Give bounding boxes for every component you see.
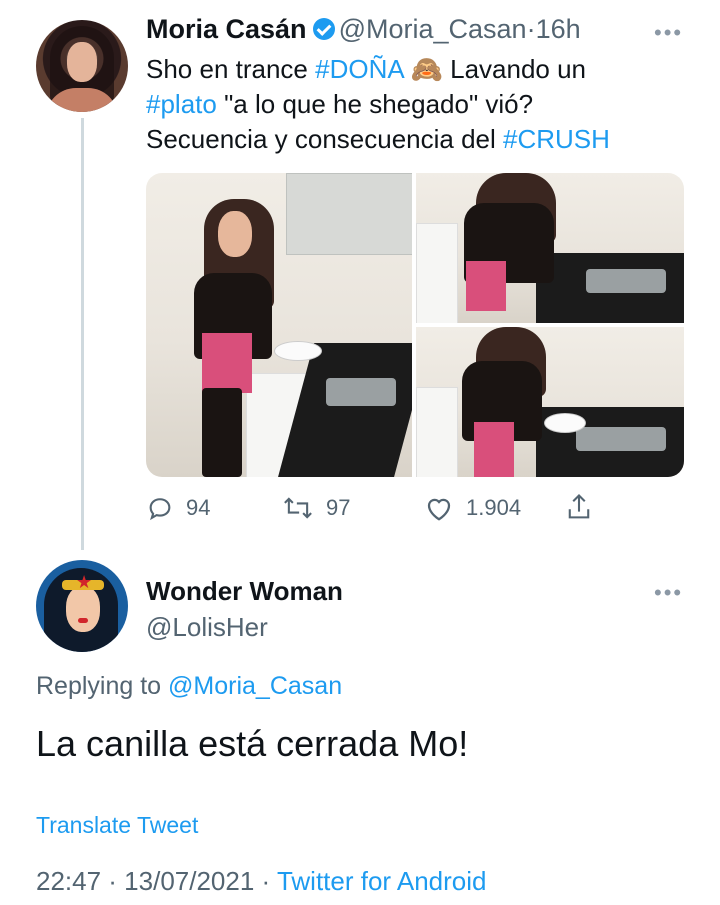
reply-author-name[interactable]: Wonder Woman	[146, 576, 343, 607]
replying-handle-link[interactable]: @Moria_Casan	[168, 672, 342, 700]
like-icon	[427, 498, 451, 521]
retweet-icon	[284, 497, 312, 519]
replying-to: Replying to @Moria_Casan	[36, 672, 342, 701]
more-options-icon[interactable]: •••	[654, 20, 683, 46]
text-segment: "a lo que he shegado" vió?	[216, 89, 534, 119]
like-button[interactable]: 1.904	[424, 494, 521, 522]
media-grid	[146, 173, 684, 477]
reply-button[interactable]: 94	[146, 494, 210, 522]
hashtag-crush[interactable]: #CRUSH	[503, 124, 610, 154]
hashtag-plato[interactable]: #plato	[146, 89, 217, 119]
reply-count: 94	[186, 495, 211, 520]
text-segment: Secuencia y consecuencia del	[146, 124, 504, 154]
share-icon	[568, 493, 590, 519]
hashtag-dona[interactable]: #DOÑA	[315, 54, 403, 84]
reply-text: La canilla está cerrada Mo!	[36, 723, 469, 764]
reply-icon	[149, 498, 171, 521]
share-button[interactable]	[565, 492, 605, 522]
like-count: 1.904	[466, 495, 522, 520]
emoji-monkey: 🙈	[410, 54, 443, 84]
avatar-moria[interactable]	[36, 20, 128, 112]
author-handle[interactable]: @Moria_Casan	[339, 14, 527, 44]
separator: ·	[526, 14, 536, 44]
retweet-button[interactable]: 97	[282, 494, 350, 522]
source-link[interactable]: Twitter for Android	[277, 866, 487, 896]
tweet1-header: Moria Casán @Moria_Casan·16h	[146, 14, 666, 45]
replying-prefix: Replying to	[36, 672, 169, 700]
tweet-time[interactable]: 16h	[536, 14, 581, 44]
tweet-metadata: 22:47 · 13/07/2021 · Twitter for Android	[36, 866, 486, 897]
photo-2[interactable]	[416, 173, 684, 323]
reply-more-options-icon[interactable]: •••	[654, 580, 683, 606]
author-name[interactable]: Moria Casán	[146, 14, 307, 44]
photo-3[interactable]	[416, 327, 684, 477]
avatar-wonder-woman[interactable]: ★	[36, 560, 128, 652]
text-segment: Lavando un	[442, 54, 587, 84]
thread-connector-line	[81, 118, 84, 550]
verified-badge-icon	[312, 18, 335, 40]
photo-1[interactable]	[146, 173, 412, 477]
timestamp: 22:47 · 13/07/2021 ·	[36, 866, 277, 896]
reply-author-handle[interactable]: @LolisHer	[146, 612, 268, 643]
text-segment: Sho en trance	[146, 54, 316, 84]
retweet-count: 97	[326, 495, 351, 520]
tweet1-text: Sho en trance #DOÑA 🙈 Lavando un #plato …	[146, 52, 686, 157]
translate-tweet-link[interactable]: Translate Tweet	[36, 812, 198, 839]
